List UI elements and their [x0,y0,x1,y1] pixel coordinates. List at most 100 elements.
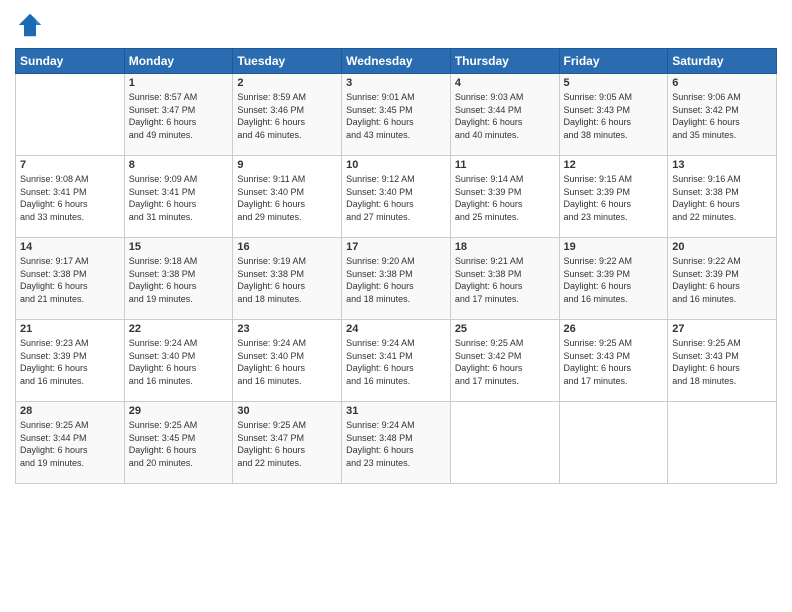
calendar-cell: 31 Sunrise: 9:24 AM Sunset: 3:48 PM Dayli… [342,402,451,484]
calendar-cell: 27Sunrise: 9:25 AM Sunset: 3:43 PM Dayli… [668,320,777,402]
header-day-monday: Monday [124,49,233,74]
day-info: Sunrise: 9:18 AM Sunset: 3:38 PM Dayligh… [129,255,229,305]
day-number: 28 [20,405,120,417]
day-info: Sunrise: 9:12 AM Sunset: 3:40 PM Dayligh… [346,173,446,223]
day-info: Sunrise: 9:09 AM Sunset: 3:41 PM Dayligh… [129,173,229,223]
day-info: Sunrise: 8:59 AM Sunset: 3:46 PM Dayligh… [237,91,337,141]
day-number: 8 [129,159,229,171]
day-number: 4 [455,77,555,89]
calendar-cell [450,402,559,484]
day-info: Sunrise: 9:24 AM Sunset: 3:41 PM Dayligh… [346,337,446,387]
calendar-cell: 13 Sunrise: 9:16 AM Sunset: 3:38 PM Dayli… [668,156,777,238]
day-number: 30 [237,405,337,417]
week-row-4: 28Sunrise: 9:25 AM Sunset: 3:44 PM Dayli… [16,402,777,484]
calendar-cell [16,74,125,156]
day-number: 15 [129,241,229,253]
calendar-cell: 20 Sunrise: 9:22 AM Sunset: 3:39 PM Dayli… [668,238,777,320]
day-info: Sunrise: 9:14 AM Sunset: 3:39 PM Dayligh… [455,173,555,223]
day-number: 20 [672,241,772,253]
calendar-cell: 2 Sunrise: 8:59 AM Sunset: 3:46 PM Daylig… [233,74,342,156]
calendar-cell: 29 Sunrise: 9:25 AM Sunset: 3:45 PM Dayli… [124,402,233,484]
day-info: Sunrise: 9:11 AM Sunset: 3:40 PM Dayligh… [237,173,337,223]
calendar-cell: 30 Sunrise: 9:25 AM Sunset: 3:47 PM Dayli… [233,402,342,484]
day-info: Sunrise: 9:25 AM Sunset: 3:43 PM Dayligh… [564,337,664,387]
week-row-1: 7 Sunrise: 9:08 AM Sunset: 3:41 PM Daylig… [16,156,777,238]
calendar-container: SundayMondayTuesdayWednesdayThursdayFrid… [0,0,792,612]
day-info: Sunrise: 9:24 AM Sunset: 3:40 PM Dayligh… [237,337,337,387]
calendar-cell: 17Sunrise: 9:20 AM Sunset: 3:38 PM Dayli… [342,238,451,320]
calendar-cell: 8 Sunrise: 9:09 AM Sunset: 3:41 PM Daylig… [124,156,233,238]
day-number: 5 [564,77,664,89]
day-info: Sunrise: 9:15 AM Sunset: 3:39 PM Dayligh… [564,173,664,223]
calendar-cell: 18 Sunrise: 9:21 AM Sunset: 3:38 PM Dayli… [450,238,559,320]
day-info: Sunrise: 9:08 AM Sunset: 3:41 PM Dayligh… [20,173,120,223]
day-info: Sunrise: 9:17 AM Sunset: 3:38 PM Dayligh… [20,255,120,305]
calendar-cell: 15 Sunrise: 9:18 AM Sunset: 3:38 PM Dayli… [124,238,233,320]
header-day-tuesday: Tuesday [233,49,342,74]
day-number: 3 [346,77,446,89]
header-day-wednesday: Wednesday [342,49,451,74]
day-info: Sunrise: 8:57 AM Sunset: 3:47 PM Dayligh… [129,91,229,141]
day-info: Sunrise: 9:21 AM Sunset: 3:38 PM Dayligh… [455,255,555,305]
day-number: 21 [20,323,120,335]
day-number: 14 [20,241,120,253]
calendar-cell: 22 Sunrise: 9:24 AM Sunset: 3:40 PM Dayli… [124,320,233,402]
day-number: 7 [20,159,120,171]
calendar-cell: 5 Sunrise: 9:05 AM Sunset: 3:43 PM Daylig… [559,74,668,156]
day-number: 18 [455,241,555,253]
day-info: Sunrise: 9:01 AM Sunset: 3:45 PM Dayligh… [346,91,446,141]
logo [15,10,49,40]
calendar-cell: 25Sunrise: 9:25 AM Sunset: 3:42 PM Dayli… [450,320,559,402]
day-number: 22 [129,323,229,335]
day-number: 19 [564,241,664,253]
calendar-cell: 24 Sunrise: 9:24 AM Sunset: 3:41 PM Dayli… [342,320,451,402]
day-info: Sunrise: 9:20 AM Sunset: 3:38 PM Dayligh… [346,255,446,305]
calendar-cell: 21 Sunrise: 9:23 AM Sunset: 3:39 PM Dayli… [16,320,125,402]
day-info: Sunrise: 9:16 AM Sunset: 3:38 PM Dayligh… [672,173,772,223]
day-number: 10 [346,159,446,171]
day-info: Sunrise: 9:25 AM Sunset: 3:47 PM Dayligh… [237,419,337,469]
day-number: 23 [237,323,337,335]
calendar-cell: 3 Sunrise: 9:01 AM Sunset: 3:45 PM Daylig… [342,74,451,156]
week-row-2: 14 Sunrise: 9:17 AM Sunset: 3:38 PM Dayli… [16,238,777,320]
calendar-cell [559,402,668,484]
day-number: 26 [564,323,664,335]
header-day-friday: Friday [559,49,668,74]
day-info: Sunrise: 9:19 AM Sunset: 3:38 PM Dayligh… [237,255,337,305]
calendar-header: SundayMondayTuesdayWednesdayThursdayFrid… [16,49,777,74]
day-number: 24 [346,323,446,335]
header-day-sunday: Sunday [16,49,125,74]
day-info: Sunrise: 9:22 AM Sunset: 3:39 PM Dayligh… [672,255,772,305]
day-info: Sunrise: 9:06 AM Sunset: 3:42 PM Dayligh… [672,91,772,141]
header-row: SundayMondayTuesdayWednesdayThursdayFrid… [16,49,777,74]
day-number: 6 [672,77,772,89]
calendar-cell: 14 Sunrise: 9:17 AM Sunset: 3:38 PM Dayli… [16,238,125,320]
calendar-cell: 16 Sunrise: 9:19 AM Sunset: 3:38 PM Dayli… [233,238,342,320]
day-number: 16 [237,241,337,253]
day-number: 31 [346,405,446,417]
day-number: 25 [455,323,555,335]
calendar-cell: 10 Sunrise: 9:12 AM Sunset: 3:40 PM Dayli… [342,156,451,238]
day-number: 29 [129,405,229,417]
day-number: 11 [455,159,555,171]
day-number: 2 [237,77,337,89]
calendar-body: 1 Sunrise: 8:57 AM Sunset: 3:47 PM Daylig… [16,74,777,484]
calendar-cell: 11 Sunrise: 9:14 AM Sunset: 3:39 PM Dayli… [450,156,559,238]
calendar-cell: 19Sunrise: 9:22 AM Sunset: 3:39 PM Dayli… [559,238,668,320]
header-day-thursday: Thursday [450,49,559,74]
day-info: Sunrise: 9:23 AM Sunset: 3:39 PM Dayligh… [20,337,120,387]
day-info: Sunrise: 9:24 AM Sunset: 3:40 PM Dayligh… [129,337,229,387]
day-info: Sunrise: 9:05 AM Sunset: 3:43 PM Dayligh… [564,91,664,141]
day-number: 12 [564,159,664,171]
day-number: 13 [672,159,772,171]
week-row-0: 1 Sunrise: 8:57 AM Sunset: 3:47 PM Daylig… [16,74,777,156]
calendar-cell: 1 Sunrise: 8:57 AM Sunset: 3:47 PM Daylig… [124,74,233,156]
calendar-cell: 9Sunrise: 9:11 AM Sunset: 3:40 PM Daylig… [233,156,342,238]
day-number: 27 [672,323,772,335]
calendar-table: SundayMondayTuesdayWednesdayThursdayFrid… [15,48,777,484]
day-info: Sunrise: 9:25 AM Sunset: 3:45 PM Dayligh… [129,419,229,469]
calendar-cell: 26 Sunrise: 9:25 AM Sunset: 3:43 PM Dayli… [559,320,668,402]
logo-icon [15,10,45,40]
day-info: Sunrise: 9:24 AM Sunset: 3:48 PM Dayligh… [346,419,446,469]
day-number: 1 [129,77,229,89]
